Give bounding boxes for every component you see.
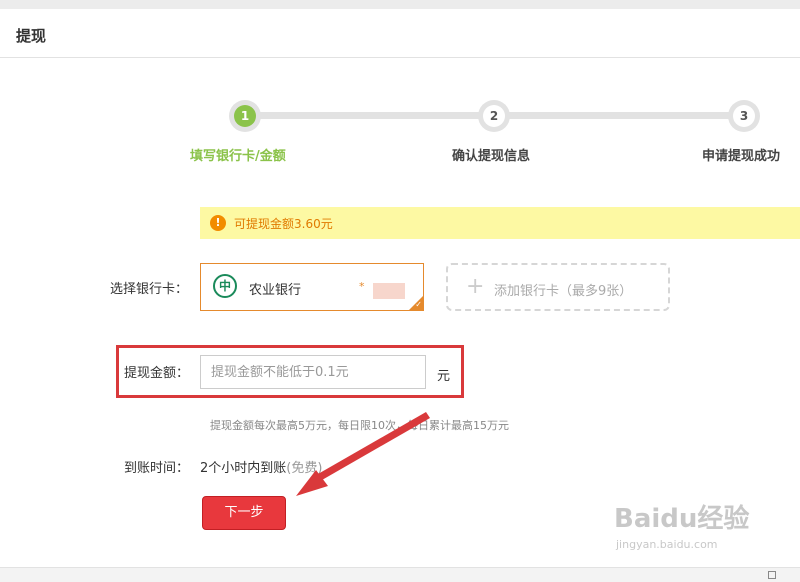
available-balance-notice: ! 可提现金额3.60元 <box>200 207 800 239</box>
bottom-bar <box>0 567 800 582</box>
step-2-label: 确认提现信息 <box>452 149 531 164</box>
card-number-mask: * <box>359 280 365 293</box>
bank-card-label: 选择银行卡： <box>110 282 189 297</box>
amount-input[interactable] <box>200 355 426 389</box>
step-2-indicator: 2 <box>478 100 510 132</box>
step-3-label: 申请提现成功 <box>702 149 781 164</box>
bank-card-option-abc[interactable]: 中 农业银行 * ✓ <box>200 263 424 311</box>
next-step-button[interactable]: 下一步 <box>202 496 286 530</box>
watermark-logo: Baidu经验 <box>614 504 750 534</box>
window-restore-icon[interactable] <box>768 571 776 579</box>
add-bank-card-label: 添加银行卡（最多9张） <box>494 284 633 299</box>
arrival-fee-note: (免费) <box>286 461 323 476</box>
bank-name: 农业银行 <box>249 283 302 298</box>
page-title: 提现 <box>16 27 47 45</box>
step-3-number: 3 <box>733 105 755 127</box>
step-1-indicator: 1 <box>229 100 261 132</box>
step-2-number: 2 <box>483 105 505 127</box>
step-3-indicator: 3 <box>728 100 760 132</box>
watermark-url: jingyan.baidu.com <box>616 538 718 551</box>
abc-bank-logo-icon: 中 <box>213 274 237 298</box>
add-bank-card-button[interactable]: + 添加银行卡（最多9张） <box>446 263 670 311</box>
available-balance-text: 可提现金额3.60元 <box>234 217 333 231</box>
arrival-time-text: 2个小时内到账 <box>200 461 287 476</box>
page-header: 提现 <box>0 9 800 58</box>
amount-label: 提现金额： <box>124 366 190 381</box>
amount-limit-hint: 提现金额每次最高5万元，每日限10次，每日累计最高15万元 <box>210 419 509 432</box>
top-bar <box>0 0 800 9</box>
card-number-redacted <box>373 283 405 299</box>
arrival-time-label: 到账时间： <box>124 461 190 476</box>
baidu-jingyan-watermark: Baidu经验 jingyan.baidu.com <box>614 494 764 564</box>
step-1-label: 填写银行卡/金额 <box>190 149 286 164</box>
checkmark-icon: ✓ <box>415 300 422 309</box>
warning-icon: ! <box>210 215 226 231</box>
arrival-time-value: 2个小时内到账(免费) <box>200 457 322 476</box>
plus-icon: + <box>466 274 485 299</box>
amount-unit: 元 <box>437 369 451 384</box>
step-1-number: 1 <box>234 105 256 127</box>
